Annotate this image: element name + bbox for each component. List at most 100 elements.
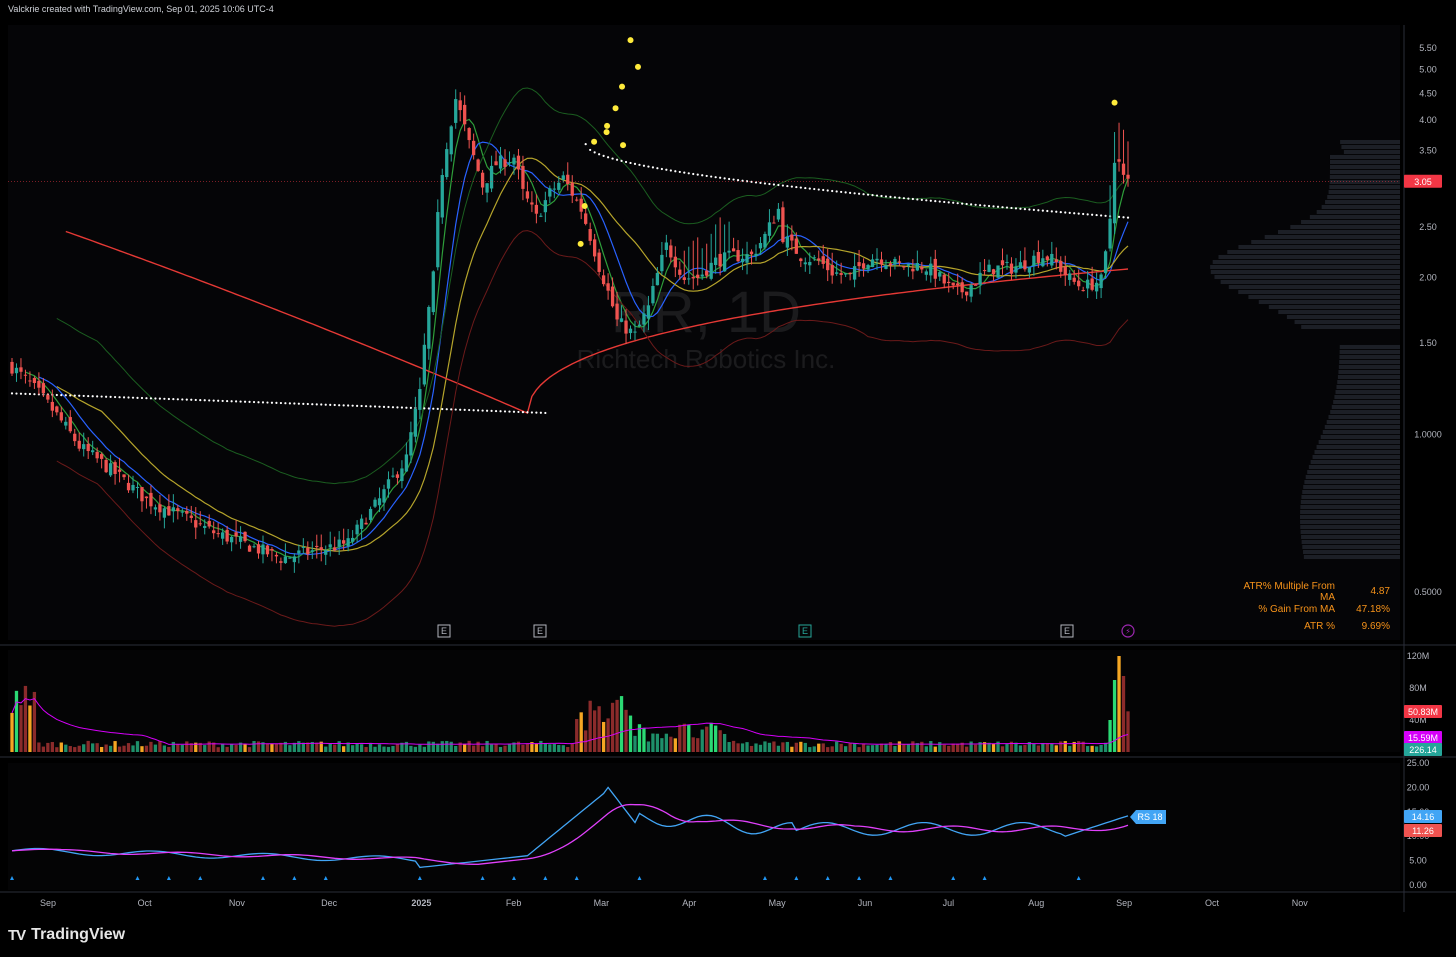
volume-bar <box>131 745 135 752</box>
volume-bar <box>866 745 870 752</box>
dotted-ma-point <box>382 405 386 408</box>
volume-bar <box>597 706 601 752</box>
volume-bar <box>906 744 911 752</box>
dotted-ma-point <box>494 409 498 413</box>
dotted-ma-point <box>284 402 287 405</box>
volume-profile-bar <box>1339 360 1400 364</box>
dotted-ma-point <box>445 408 448 411</box>
candle-body <box>77 440 81 449</box>
candle-body <box>803 262 807 265</box>
dotted-ma-point <box>1032 208 1035 211</box>
candle-body <box>436 212 440 268</box>
volume-profile-bar <box>1248 295 1400 299</box>
candle-body <box>1077 280 1081 287</box>
volume-bar <box>843 746 848 752</box>
volume-profile-bar <box>1251 240 1400 244</box>
volume-bar <box>812 746 816 752</box>
dotted-ma-point <box>974 203 977 206</box>
candle-body <box>942 274 946 284</box>
volume-bar <box>731 740 736 752</box>
volume-bar <box>117 746 122 752</box>
volume-bar <box>471 745 476 752</box>
candle-body <box>471 140 476 156</box>
volume-bar <box>772 741 776 752</box>
candle-body <box>843 273 848 275</box>
candle-body <box>664 242 669 250</box>
volume-bar <box>252 741 256 752</box>
candle-body <box>566 174 570 184</box>
dotted-ma-point <box>432 407 435 410</box>
candle-body <box>422 344 426 385</box>
dotted-ma-point <box>889 195 892 198</box>
volume-bar <box>1018 745 1023 752</box>
candle-body <box>319 547 323 550</box>
volume-bar <box>929 741 933 752</box>
volume-bar <box>969 741 973 752</box>
volume-bar <box>301 742 305 752</box>
candle-body <box>1126 174 1130 179</box>
volume-bar <box>203 745 207 752</box>
chart-canvas[interactable]: RR, 1DRichtech Robotics Inc. 5.50 5.00 4.5… <box>0 0 1456 957</box>
dotted-ma-point <box>163 397 166 400</box>
volume-bar <box>503 745 507 752</box>
candle-body <box>947 281 951 284</box>
dotted-ma-point <box>701 174 704 177</box>
volume-bar <box>463 743 467 752</box>
volume-profile-bar <box>1305 475 1400 479</box>
candle-body <box>176 508 180 512</box>
candle-body <box>315 545 319 548</box>
candle-body <box>167 506 171 516</box>
dotted-ma-point <box>642 164 646 167</box>
dotted-ma-point <box>302 402 305 405</box>
volume-profile-bar <box>1300 520 1400 524</box>
volume-bar <box>861 743 866 752</box>
dotted-ma-point <box>795 185 798 189</box>
dotted-ma-point <box>499 410 502 413</box>
dotted-ma-point <box>961 202 964 205</box>
candle-body <box>68 417 72 432</box>
volume-bar <box>664 733 669 752</box>
dotted-ma-point <box>786 184 789 188</box>
candle-body <box>301 546 305 548</box>
dotted-ma-point <box>1023 207 1027 211</box>
candle-body <box>534 204 539 214</box>
dotted-ma-point <box>297 402 300 405</box>
tradingview-logo[interactable]: TV TradingView <box>8 926 125 944</box>
volume-profile-bar <box>1324 425 1400 429</box>
volume-profile-bar <box>1214 275 1400 279</box>
candle-body <box>342 540 346 544</box>
volume-bar <box>790 746 794 752</box>
candle-body <box>247 545 252 552</box>
dotted-ma-point <box>692 172 695 176</box>
dotted-ma-point <box>687 172 690 175</box>
volume-bar <box>826 747 830 752</box>
candle-body <box>328 544 332 548</box>
candle <box>476 158 480 172</box>
volume-bar <box>422 746 426 752</box>
dotted-ma-point <box>1073 212 1076 215</box>
volume-bar <box>359 744 364 752</box>
candle-body <box>485 183 489 193</box>
volume-profile-bar <box>1238 290 1400 294</box>
candle-body <box>969 285 973 297</box>
candle-body <box>350 537 355 542</box>
candle-body <box>794 238 798 254</box>
volume-bar <box>727 742 731 752</box>
dotted-ma-point <box>705 174 708 178</box>
volume-bar <box>714 725 718 752</box>
dotted-ma-point <box>602 154 605 157</box>
dotted-ma-point <box>956 202 959 205</box>
stat-row: % Gain From MA 47.18% <box>1230 601 1390 619</box>
candle-body <box>1009 263 1014 274</box>
volume-bar <box>956 743 960 752</box>
volume-profile-bar <box>1337 380 1400 384</box>
candle-body <box>122 474 126 478</box>
dotted-ma-point <box>875 194 879 197</box>
candle-body <box>1094 282 1099 292</box>
volume-profile-bar <box>1329 165 1400 169</box>
candle-body <box>655 272 660 286</box>
candle-body <box>1032 255 1036 266</box>
volume-bar <box>776 745 781 752</box>
candle-body <box>494 161 498 166</box>
candle <box>597 248 601 276</box>
